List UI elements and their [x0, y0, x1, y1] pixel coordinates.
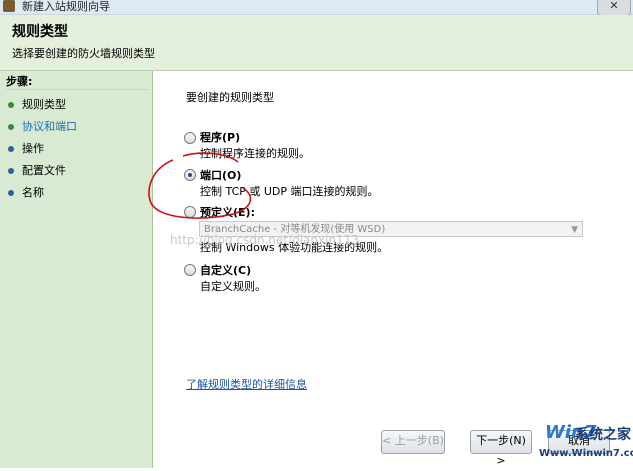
option-program-label[interactable]: 程序(P): [200, 129, 240, 145]
radio-program[interactable]: [184, 132, 196, 144]
step-profile[interactable]: 配置文件: [8, 162, 66, 178]
winwin7-logo: Win7 系统之家 Www.Winwin7.com: [533, 418, 633, 468]
step-bullet-icon: [8, 168, 14, 174]
title-bar: 新建入站规则向导 ✕: [0, 0, 633, 16]
red-circle-annotation: [148, 152, 252, 219]
close-button[interactable]: ✕: [597, 0, 631, 16]
option-custom-label[interactable]: 自定义(C): [200, 262, 251, 278]
step-bullet-icon: [8, 124, 14, 130]
step-bullet-icon: [8, 146, 14, 152]
step-name[interactable]: 名称: [8, 184, 44, 200]
step-label: 协议和端口: [22, 120, 77, 133]
watermark-text: http://blog.csdn.net/dianxin113: [170, 233, 359, 247]
next-button[interactable]: 下一步(N) >: [470, 430, 532, 467]
rule-type-question: 要创建的规则类型: [186, 91, 274, 104]
steps-sidebar: 步骤: 规则类型 协议和端口 操作 配置文件 名称: [0, 71, 153, 468]
page-subtitle: 选择要创建的防火墙规则类型: [12, 47, 155, 60]
option-custom-desc: 自定义规则。: [200, 280, 266, 293]
step-label: 规则类型: [22, 98, 66, 111]
step-label: 操作: [22, 142, 44, 155]
back-button[interactable]: < 上一步(B): [381, 430, 445, 454]
logo-brand-cn: 系统之家: [575, 427, 631, 443]
step-bullet-icon: [8, 102, 14, 108]
steps-title: 步骤:: [6, 73, 149, 90]
window-title: 新建入站规则向导: [22, 0, 110, 13]
page-title: 规则类型: [12, 24, 68, 40]
step-bullet-icon: [8, 190, 14, 196]
main-content: 要创建的规则类型 程序(P) 控制程序连接的规则。 端口(O) 控制 TCP 或…: [153, 71, 633, 468]
step-label: 名称: [22, 186, 44, 199]
step-rule-type[interactable]: 规则类型: [8, 96, 66, 112]
chevron-down-icon: ▼: [571, 225, 578, 235]
radio-custom[interactable]: [184, 264, 196, 276]
step-protocol-port[interactable]: 协议和端口: [8, 118, 77, 134]
step-label: 配置文件: [22, 164, 66, 177]
learn-more-link[interactable]: 了解规则类型的详细信息: [186, 376, 307, 392]
firewall-app-icon: [3, 0, 15, 12]
step-action[interactable]: 操作: [8, 140, 44, 156]
wizard-header: 规则类型 选择要创建的防火墙规则类型: [0, 15, 633, 71]
logo-url: Www.Winwin7.com: [539, 448, 633, 459]
